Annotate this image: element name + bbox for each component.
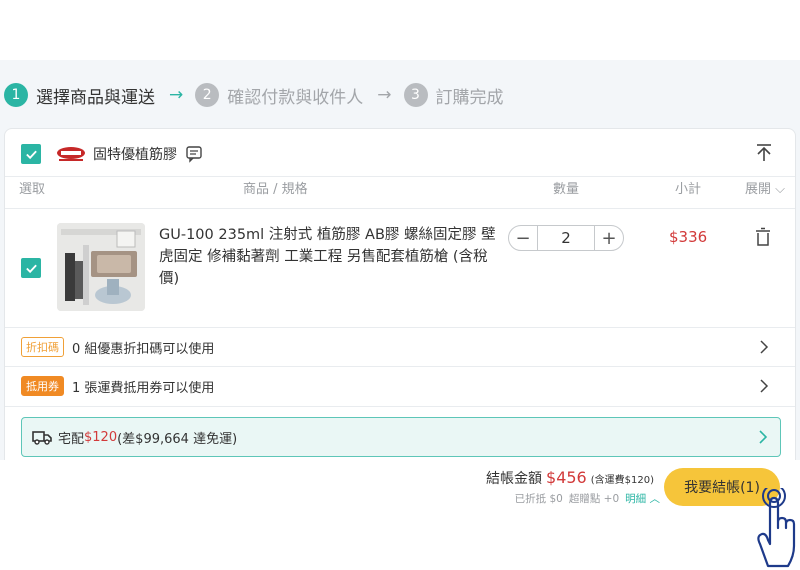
quantity-increase-button[interactable]: + xyxy=(595,226,623,250)
expand-label: 展開 xyxy=(745,182,772,197)
bonus-points: 超贈點 +0 xyxy=(568,493,620,505)
column-header-subtotal: 小計 xyxy=(675,182,702,197)
total-label: 結帳金額 xyxy=(486,471,543,487)
truck-icon xyxy=(32,431,52,445)
divider xyxy=(5,176,795,177)
quantity-input[interactable]: 2 xyxy=(538,229,594,247)
top-blank-area xyxy=(0,0,800,60)
arrow-right-icon: → xyxy=(377,85,392,105)
chevron-right-icon xyxy=(760,340,769,354)
pointer-hand-icon xyxy=(757,488,796,568)
chevron-down-icon: ⌵ xyxy=(771,182,786,197)
quantity-stepper: − 2 + xyxy=(508,225,624,251)
discount-code-text: 0 組優惠折扣碼可以使用 xyxy=(72,341,215,357)
discount-code-row[interactable]: 折扣碼 0 組優惠折扣碼可以使用 xyxy=(5,328,795,366)
store-select-checkbox[interactable] xyxy=(21,144,41,164)
step-1-label: 選擇商品與運送 xyxy=(36,87,155,108)
product-subtotal: $336 xyxy=(669,228,708,246)
shipping-voucher-row[interactable]: 抵用券 1 張運費抵用券可以使用 xyxy=(5,367,795,405)
chevron-right-icon xyxy=(760,379,769,393)
checkout-steps: 1 選擇商品與運送 → 2 確認付款與收件人 → 3 訂購完成 xyxy=(4,80,504,110)
step-1: 1 選擇商品與運送 xyxy=(4,83,155,108)
step-2: 2 確認付款與收件人 xyxy=(195,83,363,108)
product-image[interactable] xyxy=(57,223,145,311)
store-name[interactable]: 固特優植筋膠 xyxy=(93,144,177,164)
column-header-select: 選取 xyxy=(19,182,46,197)
total-amount: $456 xyxy=(546,468,587,487)
column-header-expand[interactable]: 展開 ⌵ xyxy=(745,178,785,197)
step-2-number: 2 xyxy=(195,83,220,107)
step-2-label: 確認付款與收件人 xyxy=(227,87,364,108)
divider xyxy=(5,208,795,209)
store-header: 固特優植筋膠 xyxy=(21,141,203,167)
shipping-included-note: (含運費$120) xyxy=(590,475,654,486)
step-3-number: 3 xyxy=(403,83,428,107)
chevron-right-icon xyxy=(759,430,768,444)
shipping-method-selector[interactable]: 宅配 $120 (差$99,664 達免運) xyxy=(21,417,781,457)
step-1-number: 1 xyxy=(4,83,28,107)
chat-icon[interactable] xyxy=(185,145,203,163)
store-logo-icon xyxy=(57,147,85,161)
column-header-product: 商品 / 規格 xyxy=(243,182,308,197)
quantity-decrease-button[interactable]: − xyxy=(509,226,537,250)
checkout-footer: 結帳金額 $456 (含運費$120) 已折抵 $0 超贈點 +0 明細 ︿ 我… xyxy=(0,460,800,570)
arrow-right-icon: → xyxy=(169,85,184,105)
shipping-voucher-tag: 抵用券 xyxy=(21,376,64,396)
cart-card: 固特優植筋膠 選取 商品 / 規格 數量 小計 展開 ⌵ GU-100 235m… xyxy=(4,128,796,463)
discount-summary: 已折抵 $0 超贈點 +0 明細 ︿ xyxy=(515,491,660,506)
step-3: 3 訂購完成 xyxy=(403,83,504,108)
free-shipping-note: (差$99,664 達免運) xyxy=(117,431,238,447)
step-3-label: 訂購完成 xyxy=(435,87,504,108)
column-header-quantity: 數量 xyxy=(553,182,580,197)
divider xyxy=(5,406,795,407)
product-title[interactable]: GU-100 235ml 注射式 植筋膠 AB膠 螺絲固定膠 壁虎固定 修補黏著… xyxy=(159,224,499,290)
discount-code-tag: 折扣碼 xyxy=(21,337,64,357)
discounted-amount: 已折抵 $0 xyxy=(514,493,563,505)
shipping-voucher-text: 1 張運費抵用券可以使用 xyxy=(72,380,215,396)
trash-icon[interactable] xyxy=(755,227,771,247)
product-select-checkbox[interactable] xyxy=(21,258,41,278)
details-link[interactable]: 明細 ︿ xyxy=(625,491,660,506)
order-total: 結帳金額 $456 (含運費$120) xyxy=(486,468,654,488)
shipping-price: $120 xyxy=(84,429,118,445)
shipping-method-label: 宅配 xyxy=(58,431,85,447)
details-label: 明細 xyxy=(625,493,647,505)
chevron-up-icon: ︿ xyxy=(646,493,660,505)
collapse-to-top-icon[interactable] xyxy=(755,143,773,163)
